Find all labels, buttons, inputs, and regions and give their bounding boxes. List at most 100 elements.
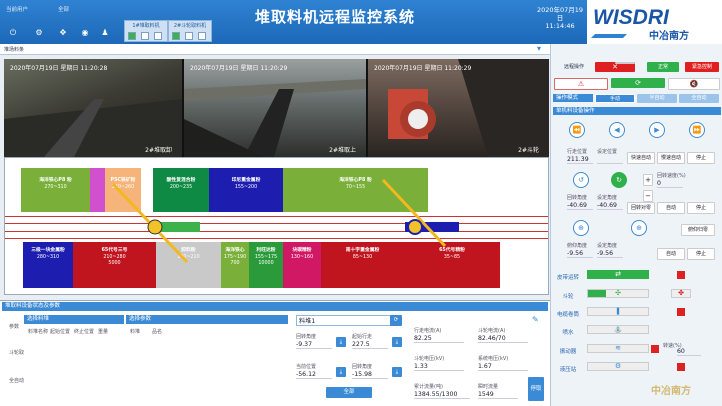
device-belt-label: 皮带运转 [556, 275, 579, 281]
camera-1-timestamp: 2020年07月19日 星期日 11:20:28 [10, 65, 108, 72]
bucket-fan-icon[interactable]: ✤ [671, 289, 691, 298]
rotate-active-icon[interactable]: ↻ [611, 172, 627, 188]
scope-label: 全部 [58, 7, 70, 13]
hydraulic-stop-indicator[interactable] [677, 363, 685, 371]
refresh-status-button[interactable]: ⟳ [611, 78, 665, 88]
rotate-stop-button[interactable]: 停止 [687, 202, 715, 214]
slow-auto-button[interactable]: 慢速自动 [657, 152, 685, 164]
stop-reclaim-button[interactable]: 停取 [528, 377, 544, 401]
field-3-download-icon[interactable]: ⤓ [336, 367, 346, 377]
fast-back-icon[interactable]: ⏪ [569, 122, 585, 138]
field-1-value[interactable]: -9.37 [296, 341, 332, 349]
vibrator-button[interactable]: ≋ [587, 344, 649, 353]
field-4-download-icon[interactable]: ⤓ [392, 367, 402, 377]
machine-1-status-a [128, 32, 136, 40]
reset-icon: ⚠ [577, 80, 585, 88]
field-2-value[interactable]: 227.5 [352, 341, 388, 349]
power-icon[interactable]: ⏻ [8, 28, 18, 38]
side-tab-bucket[interactable]: 斗轮取 [9, 349, 24, 356]
move-stop-button[interactable]: 停止 [687, 152, 715, 164]
mode-tab-semi[interactable]: 半自动 [637, 94, 677, 103]
belt-run-button[interactable]: ⇄ [587, 270, 649, 279]
emergency-control-button[interactable]: 紧急控制 [685, 62, 719, 72]
field-3-value[interactable]: -56.12 [296, 371, 332, 379]
readout-3-label: 斗轮电压(kV) [414, 356, 445, 362]
fast-forward-icon[interactable]: ⏩ [689, 122, 705, 138]
stockyard-map: 海洋铁心P8 粉 270~310 PSC铁矿粉 240~260 酸性复混合粉 200~… [4, 157, 549, 295]
local-op-toggle[interactable] [615, 62, 635, 64]
water-spray-button[interactable]: ⛲ [587, 325, 649, 334]
logo-swoosh [591, 34, 627, 38]
pitch-up-icon[interactable]: ⊕ [573, 220, 589, 236]
camera-icon[interactable]: ◉ [80, 28, 90, 38]
pile-select[interactable]: 料堆1 [296, 315, 394, 326]
rotate-auto-button[interactable]: 自动 [657, 202, 685, 214]
device-cable-label: 电缆卷筒 [556, 312, 579, 318]
normal-status-button[interactable]: 正常 [647, 62, 679, 72]
apply-all-button[interactable]: 全部 [326, 387, 372, 398]
machine-2-panel[interactable]: 2#斗轮取料机 [168, 20, 212, 42]
rotate-zero-button[interactable]: 回转对零 [627, 202, 655, 214]
edit-icon[interactable]: ✎ [532, 315, 539, 324]
pile-col-end: 终止位置 [74, 329, 95, 335]
vibrator-stop-indicator[interactable] [651, 345, 659, 353]
field-1-label: 回转角度 [296, 334, 317, 340]
side-tab-auto[interactable]: 全自动 [9, 377, 24, 384]
pitch-stop-button[interactable]: 停止 [687, 248, 715, 260]
users-icon[interactable]: ♟ [100, 28, 110, 38]
pitch-auto-button[interactable]: 自动 [657, 248, 685, 260]
status-panel: 堆取料设备状态及参数 参数 斗轮取 全自动 选择料堆 料堆名称 起始位置 终止位… [0, 300, 550, 406]
camera-feed-1[interactable]: 2020年07月19日 星期日 11:20:28 2#堆取卸 [4, 59, 182, 157]
network-icon[interactable]: ✥ [58, 28, 68, 38]
current-user-label: 当前用户 [6, 7, 29, 13]
rotate-left-icon[interactable]: ↺ [573, 172, 589, 188]
side-tab-params[interactable]: 参数 [9, 323, 19, 330]
belt-stop-indicator[interactable] [677, 271, 685, 279]
speed-plus-button[interactable]: + [643, 174, 653, 186]
rotate-set-value[interactable]: -40.69 [597, 202, 623, 210]
param-table-title: 选择参数 [126, 315, 288, 324]
camera-feed-3[interactable]: 2020年07月19日 星期日 11:20:29 2#斗轮 [368, 59, 549, 157]
field-2-download-icon[interactable]: ⤓ [392, 337, 402, 347]
camera-1-name: 2#堆取卸 [145, 147, 172, 154]
fast-auto-button[interactable]: 快速自动 [627, 152, 655, 164]
stacker-overlay [111, 178, 459, 264]
toolbar-dropdown-icon[interactable]: ▾ [537, 44, 541, 53]
step-forward-icon[interactable]: ▶ [649, 122, 665, 138]
cable-drum-button[interactable]: ❚ [587, 307, 649, 316]
step-back-icon[interactable]: ◀ [609, 122, 625, 138]
device-water-label: 喷水 [562, 330, 574, 336]
speed-value[interactable]: 60 [677, 348, 701, 356]
rotate-speed-value[interactable]: 0 [657, 180, 683, 188]
field-1-download-icon[interactable]: ⤓ [336, 337, 346, 347]
mute-button[interactable]: 🔇 [668, 78, 720, 90]
field-4-value[interactable]: -15.98 [352, 371, 388, 379]
reset-alarm-button[interactable]: ⚠ [554, 78, 608, 90]
machine-2-status-b [185, 32, 193, 40]
settings-icon[interactable]: ⚙ [34, 28, 44, 38]
mode-tab-manual[interactable]: 手动 [595, 94, 635, 103]
camera-feed-2[interactable]: 2020年07月19日 星期日 11:20:29 2#堆取上 [184, 59, 366, 157]
refresh-icon: ⟳ [635, 79, 641, 87]
pitch-down-icon[interactable]: ⊕ [631, 220, 647, 236]
pitch-set-label: 设定角度 [597, 243, 618, 249]
walk-pos-value: 211.39 [567, 156, 593, 164]
speed-minus-button[interactable]: − [643, 190, 653, 202]
logo-chinese: 中冶南方 [649, 29, 689, 42]
toolbar: 堆场料条 ▾ [0, 44, 550, 55]
pitch-zero-button[interactable]: 俯仰归零 [681, 224, 715, 236]
machine-2-status-c [198, 32, 206, 40]
mode-tab-auto[interactable]: 全自动 [679, 94, 719, 103]
field-3-label: 当前位置 [296, 364, 317, 370]
pitch-set-value[interactable]: -9.56 [597, 250, 623, 258]
set-pos-label: 设定位置 [597, 149, 618, 155]
readout-4-value: 1.67 [478, 363, 528, 371]
bucket-run-button[interactable]: ✣ [587, 289, 649, 298]
refresh-button[interactable]: ⟳ [390, 315, 402, 326]
set-pos-input[interactable] [597, 156, 623, 164]
param-col-product: 品名 [152, 329, 163, 335]
machine-1-panel[interactable]: 1#堆取料机 [124, 20, 168, 42]
hydraulic-button[interactable]: ⚙ [587, 362, 649, 371]
cable-stop-indicator[interactable] [677, 308, 685, 316]
machine-1-label: 1#堆取料机 [132, 23, 160, 29]
